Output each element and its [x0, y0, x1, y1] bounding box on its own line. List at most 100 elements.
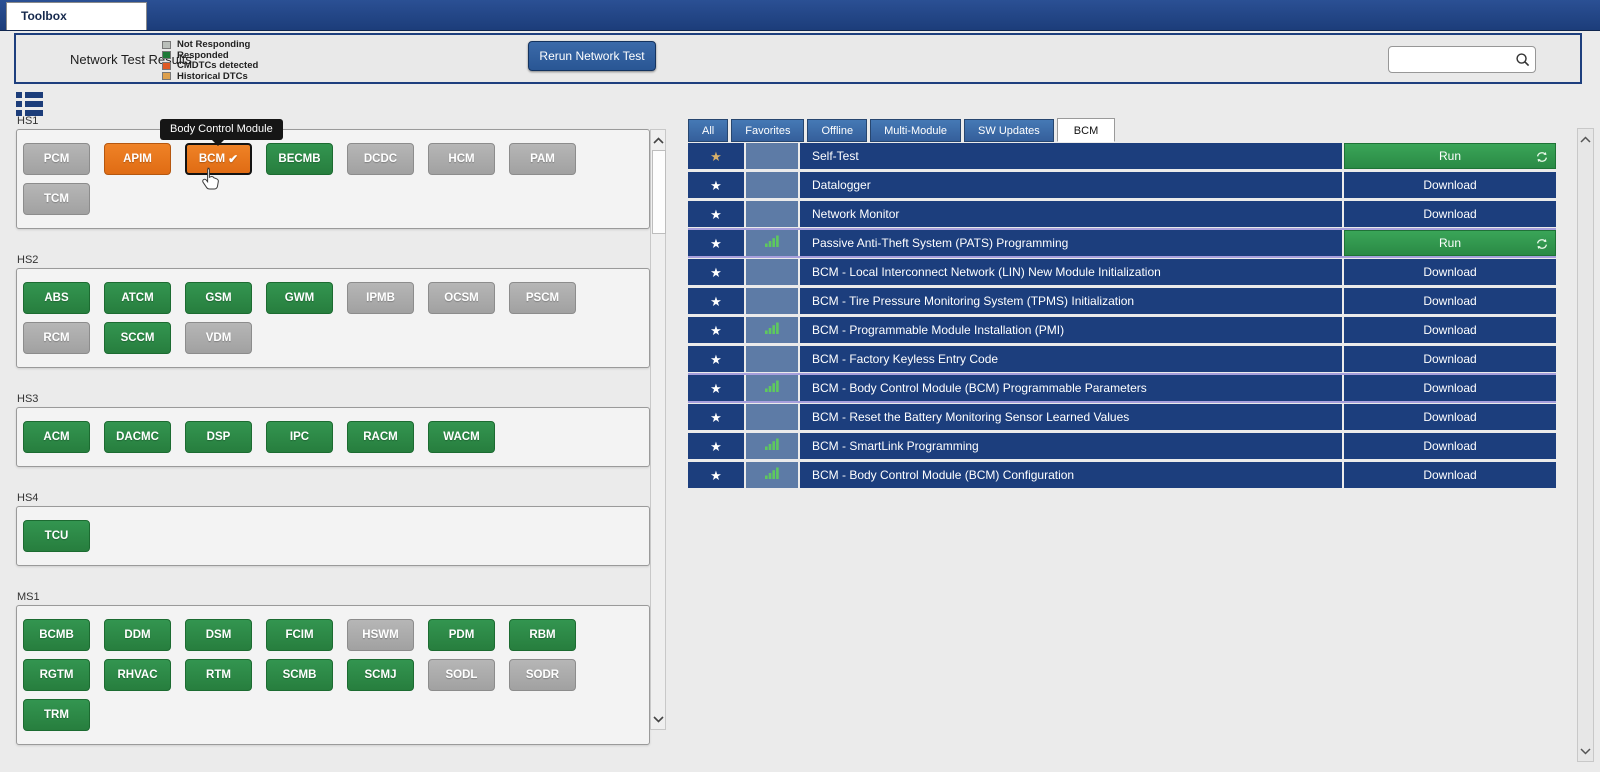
module-button-hswm[interactable]: HSWM — [347, 619, 414, 651]
module-button-dcdc[interactable]: DCDC — [347, 143, 414, 175]
favorite-cell[interactable]: ★ — [688, 433, 744, 459]
download-button[interactable]: Download — [1344, 404, 1556, 430]
module-button-wacm[interactable]: WACM — [428, 421, 495, 453]
module-button-ipmb[interactable]: IPMB — [347, 282, 414, 314]
procedure-row[interactable]: ★Passive Anti-Theft System (PATS) Progra… — [688, 230, 1556, 256]
tab-offline[interactable]: Offline — [807, 119, 867, 142]
favorite-cell[interactable]: ★ — [688, 375, 744, 401]
procedure-row[interactable]: ★BCM - Reset the Battery Monitoring Sens… — [688, 404, 1556, 430]
favorite-cell[interactable]: ★ — [688, 259, 744, 285]
download-button[interactable]: Download — [1344, 462, 1556, 488]
module-button-ddm[interactable]: DDM — [104, 619, 171, 651]
module-button-atcm[interactable]: ATCM — [104, 282, 171, 314]
module-button-gsm[interactable]: GSM — [185, 282, 252, 314]
favorite-star-icon[interactable]: ★ — [710, 266, 722, 279]
module-button-dsm[interactable]: DSM — [185, 619, 252, 651]
procedure-row[interactable]: ★Self-TestRun — [688, 143, 1556, 169]
refresh-icon[interactable] — [1536, 238, 1548, 253]
favorite-cell[interactable]: ★ — [688, 172, 744, 198]
module-button-sodr[interactable]: SODR — [509, 659, 576, 691]
tab-sw-updates[interactable]: SW Updates — [964, 119, 1054, 142]
favorite-star-icon[interactable]: ★ — [710, 324, 722, 337]
procedure-row[interactable]: ★BCM - Body Control Module (BCM) Program… — [688, 375, 1556, 401]
tab-bcm[interactable]: BCM — [1057, 118, 1115, 142]
refresh-icon[interactable] — [1536, 151, 1548, 166]
scroll-down-icon[interactable] — [651, 711, 665, 727]
procedure-row[interactable]: ★BCM - Factory Keyless Entry CodeDownloa… — [688, 346, 1556, 372]
favorite-cell[interactable]: ★ — [688, 288, 744, 314]
favorite-cell[interactable]: ★ — [688, 317, 744, 343]
list-view-icon[interactable] — [16, 92, 43, 116]
module-button-dsp[interactable]: DSP — [185, 421, 252, 453]
favorite-cell[interactable]: ★ — [688, 404, 744, 430]
module-button-abs[interactable]: ABS — [23, 282, 90, 314]
procedure-row[interactable]: ★BCM - Tire Pressure Monitoring System (… — [688, 288, 1556, 314]
run-button[interactable]: Run — [1344, 143, 1556, 169]
search-icon[interactable] — [1511, 52, 1535, 68]
tab-favorites[interactable]: Favorites — [731, 119, 804, 142]
module-button-vdm[interactable]: VDM — [185, 322, 252, 354]
module-button-ocsm[interactable]: OCSM — [428, 282, 495, 314]
left-panel-scrollbar[interactable] — [650, 129, 666, 730]
favorite-cell[interactable]: ★ — [688, 230, 744, 256]
favorite-star-icon[interactable]: ★ — [710, 179, 722, 192]
favorite-cell[interactable]: ★ — [688, 462, 744, 488]
module-button-trm[interactable]: TRM — [23, 699, 90, 731]
favorite-star-icon[interactable]: ★ — [710, 208, 722, 221]
scroll-up-icon[interactable] — [651, 132, 665, 148]
download-button[interactable]: Download — [1344, 346, 1556, 372]
scrollbar-thumb[interactable] — [652, 150, 666, 234]
run-button[interactable]: Run — [1344, 230, 1556, 256]
module-button-ipc[interactable]: IPC — [266, 421, 333, 453]
favorite-star-icon[interactable]: ★ — [710, 353, 722, 366]
tab-toolbox[interactable]: Toolbox — [6, 2, 147, 30]
module-button-pcm[interactable]: PCM — [23, 143, 90, 175]
favorite-star-icon[interactable]: ★ — [710, 411, 722, 424]
module-button-scmj[interactable]: SCMJ — [347, 659, 414, 691]
favorite-star-icon[interactable]: ★ — [710, 237, 722, 250]
download-button[interactable]: Download — [1344, 172, 1556, 198]
scroll-down-icon[interactable] — [1578, 743, 1593, 759]
module-button-apim[interactable]: APIM — [104, 143, 171, 175]
favorite-star-icon[interactable]: ★ — [710, 382, 722, 395]
favorite-cell[interactable]: ★ — [688, 346, 744, 372]
module-button-sodl[interactable]: SODL — [428, 659, 495, 691]
module-button-racm[interactable]: RACM — [347, 421, 414, 453]
favorite-star-icon[interactable]: ★ — [710, 150, 722, 163]
download-button[interactable]: Download — [1344, 259, 1556, 285]
procedure-row[interactable]: ★BCM - Programmable Module Installation … — [688, 317, 1556, 343]
favorite-cell[interactable]: ★ — [688, 143, 744, 169]
procedure-row[interactable]: ★BCM - Local Interconnect Network (LIN) … — [688, 259, 1556, 285]
procedure-row[interactable]: ★BCM - Body Control Module (BCM) Configu… — [688, 462, 1556, 488]
favorite-star-icon[interactable]: ★ — [710, 440, 722, 453]
module-button-bcmb[interactable]: BCMB — [23, 619, 90, 651]
procedure-row[interactable]: ★Network MonitorDownload — [688, 201, 1556, 227]
module-button-dacmc[interactable]: DACMC — [104, 421, 171, 453]
module-button-rbm[interactable]: RBM — [509, 619, 576, 651]
download-button[interactable]: Download — [1344, 317, 1556, 343]
module-button-fcim[interactable]: FCIM — [266, 619, 333, 651]
module-button-sccm[interactable]: SCCM — [104, 322, 171, 354]
search-input[interactable] — [1389, 47, 1511, 72]
module-button-pam[interactable]: PAM — [509, 143, 576, 175]
right-panel-scrollbar[interactable] — [1577, 128, 1594, 762]
module-button-rtm[interactable]: RTM — [185, 659, 252, 691]
module-button-rhvac[interactable]: RHVAC — [104, 659, 171, 691]
tab-multi-module[interactable]: Multi-Module — [870, 119, 961, 142]
module-button-hcm[interactable]: HCM — [428, 143, 495, 175]
download-button[interactable]: Download — [1344, 201, 1556, 227]
favorite-star-icon[interactable]: ★ — [710, 295, 722, 308]
favorite-cell[interactable]: ★ — [688, 201, 744, 227]
module-button-scmb[interactable]: SCMB — [266, 659, 333, 691]
favorite-star-icon[interactable]: ★ — [710, 469, 722, 482]
download-button[interactable]: Download — [1344, 433, 1556, 459]
module-button-rgtm[interactable]: RGTM — [23, 659, 90, 691]
procedure-row[interactable]: ★BCM - SmartLink ProgrammingDownload — [688, 433, 1556, 459]
download-button[interactable]: Download — [1344, 288, 1556, 314]
module-button-tcm[interactable]: TCM — [23, 183, 90, 215]
tab-all[interactable]: All — [688, 119, 728, 142]
module-button-pscm[interactable]: PSCM — [509, 282, 576, 314]
module-button-rcm[interactable]: RCM — [23, 322, 90, 354]
module-button-tcu[interactable]: TCU — [23, 520, 90, 552]
module-button-gwm[interactable]: GWM — [266, 282, 333, 314]
